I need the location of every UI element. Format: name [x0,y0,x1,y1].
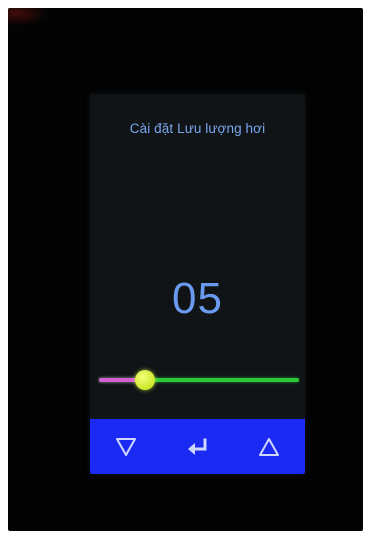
device-bezel: Cài đặt Lưu lượng hơi 05 [8,8,363,531]
decrease-button[interactable] [90,419,162,474]
flow-slider[interactable] [99,370,299,390]
touch-screen: Cài đặt Lưu lượng hơi 05 [90,94,305,474]
enter-arrow-icon [187,438,206,455]
down-triangle-icon [115,437,136,456]
enter-button[interactable] [162,419,234,474]
up-triangle-icon [259,437,280,456]
setting-value: 05 [172,274,223,323]
screen-title: Cài đặt Lưu lượng hơi [129,121,266,136]
button-bar [90,419,305,474]
bezel-glare [8,8,48,26]
increase-button[interactable] [233,419,305,474]
slider-thumb[interactable] [135,370,155,390]
